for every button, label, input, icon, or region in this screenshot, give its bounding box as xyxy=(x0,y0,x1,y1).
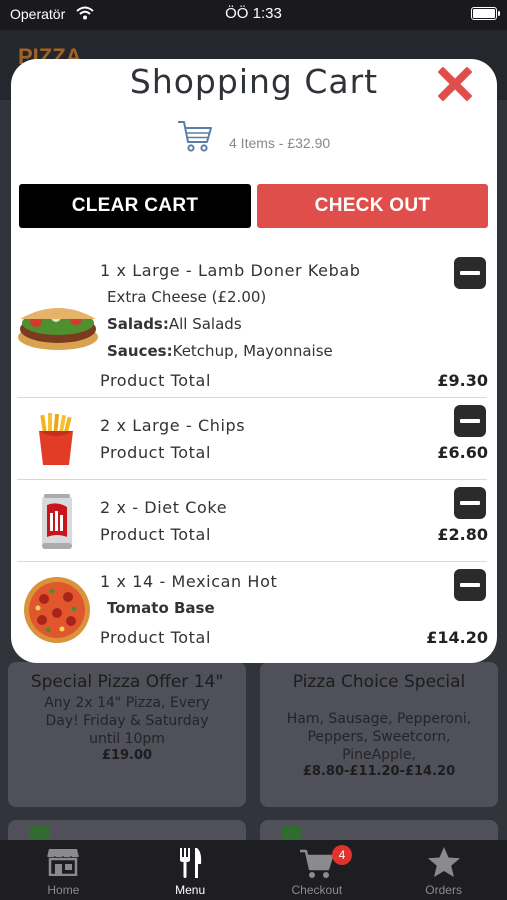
product-total-price: £14.20 xyxy=(426,628,488,647)
tab-menu[interactable]: Menu xyxy=(127,840,254,900)
tab-label: Orders xyxy=(425,883,462,897)
fork-knife-icon xyxy=(175,846,205,884)
product-total-label: Product Total xyxy=(100,525,212,544)
item-name: 2 x Large - Chips xyxy=(100,416,246,435)
item-base: Tomato Base xyxy=(107,599,215,617)
remove-item-button[interactable] xyxy=(454,257,486,289)
close-button[interactable] xyxy=(433,62,477,106)
divider xyxy=(17,397,487,398)
salads-value: All Salads xyxy=(168,315,242,333)
item-name: 2 x - Diet Coke xyxy=(100,498,228,517)
star-icon xyxy=(427,846,461,882)
product-total-price: £2.80 xyxy=(437,525,488,544)
item-salads: Salads:All Salads xyxy=(107,315,242,333)
product-total-price: £9.30 xyxy=(437,371,488,390)
pizza-image xyxy=(22,575,92,649)
modal-title: Shopping Cart xyxy=(129,62,379,101)
cart-icon xyxy=(299,848,335,884)
remove-item-button[interactable] xyxy=(454,405,486,437)
kebab-image xyxy=(16,297,100,357)
tab-label: Home xyxy=(47,883,80,897)
tab-checkout[interactable]: Checkout xyxy=(254,840,381,900)
product-total-label: Product Total xyxy=(100,443,212,462)
clock: ÖÖ 1:33 xyxy=(225,5,282,22)
cart-item: 2 x Large - Chips Product Total £6.60 xyxy=(11,399,497,479)
item-name: 1 x Large - Lamb Doner Kebab xyxy=(100,261,361,280)
sauces-value: Ketchup, Mayonnaise xyxy=(172,342,333,360)
cart-summary: 4 Items - £32.90 xyxy=(11,117,497,153)
tab-label: Menu xyxy=(175,883,206,897)
item-name: 1 x 14 - Mexican Hot xyxy=(100,572,278,591)
item-extra: Extra Cheese (£2.00) xyxy=(107,288,267,306)
salads-label: Salads: xyxy=(107,315,169,333)
item-sauces: Sauces:Ketchup, Mayonnaise xyxy=(107,342,333,360)
check-out-button[interactable]: CHECK OUT xyxy=(257,184,488,228)
product-total-label: Product Total xyxy=(100,371,212,390)
cart-item: 1 x Large - Lamb Doner Kebab Extra Chees… xyxy=(11,249,497,399)
battery-icon xyxy=(471,7,500,20)
cart-summary-text: 4 Items - £32.90 xyxy=(229,135,331,151)
store-icon xyxy=(46,846,80,880)
remove-item-button[interactable] xyxy=(454,487,486,519)
cart-count-badge: 4 xyxy=(332,845,352,865)
product-total-label: Product Total xyxy=(100,628,212,647)
shopping-cart-modal: Shopping Cart 4 Items - £32.90 CLEAR CAR… xyxy=(11,59,497,663)
remove-item-button[interactable] xyxy=(454,569,486,601)
cart-item: 2 x - Diet Coke Product Total £2.80 xyxy=(11,481,497,561)
product-total-price: £6.60 xyxy=(437,443,488,462)
sauces-label: Sauces: xyxy=(107,342,173,360)
cart-icon xyxy=(177,119,213,157)
tab-bar: Home Menu Checkout Orders xyxy=(0,840,507,900)
tab-orders[interactable]: Orders xyxy=(380,840,507,900)
close-icon xyxy=(438,67,472,101)
tab-label: Checkout xyxy=(291,883,343,897)
status-bar: Operatör ÖÖ 1:33 xyxy=(0,0,507,30)
divider xyxy=(17,479,487,480)
clear-cart-button[interactable]: CLEAR CART xyxy=(19,184,251,228)
tab-home[interactable]: Home xyxy=(0,840,127,900)
chips-image xyxy=(36,413,76,471)
divider xyxy=(17,561,487,562)
diet-coke-image xyxy=(41,493,73,555)
cart-item: 1 x 14 - Mexican Hot Tomato Base Product… xyxy=(11,563,497,663)
